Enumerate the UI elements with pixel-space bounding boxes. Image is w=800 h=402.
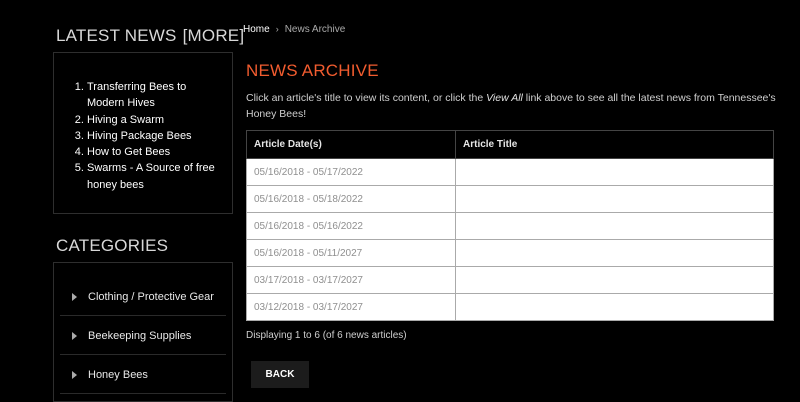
table-header-row: Article Date(s) Article Title xyxy=(246,130,774,159)
article-date: 05/16/2018 - 05/11/2027 xyxy=(246,239,456,267)
latest-news-link[interactable]: Hiving a Swarm xyxy=(87,114,164,126)
latest-news-link[interactable]: How to Get Bees xyxy=(87,146,170,158)
column-header-date: Article Date(s) xyxy=(246,130,456,159)
table-row[interactable]: 03/17/2018 - 03/17/2027 xyxy=(246,266,774,294)
category-label: Clothing / Protective Gear xyxy=(88,290,214,303)
category-item-beekeeping-supplies[interactable]: Beekeeping Supplies xyxy=(60,317,226,355)
caret-right-icon xyxy=(72,370,77,379)
latest-news-item: Transferring Bees to Modern Hives xyxy=(87,79,224,112)
article-date: 05/16/2018 - 05/18/2022 xyxy=(246,185,456,213)
latest-news-item: Swarms - A Source of free honey bees xyxy=(87,160,224,193)
article-date: 03/17/2018 - 03/17/2027 xyxy=(246,266,456,294)
intro-text: Click an article's title to view its con… xyxy=(246,90,776,122)
caret-right-icon xyxy=(72,292,77,301)
view-all-link[interactable]: View All xyxy=(486,92,523,104)
latest-news-item: Hiving a Swarm xyxy=(87,112,224,128)
breadcrumb: Home › News Archive xyxy=(243,24,345,35)
column-header-title: Article Title xyxy=(455,130,774,159)
pagination-summary: Displaying 1 to 6 (of 6 news articles) xyxy=(246,330,407,341)
back-button[interactable]: BACK xyxy=(251,361,309,388)
table-row[interactable]: 05/16/2018 - 05/11/2027 xyxy=(246,239,774,267)
category-item-clothing[interactable]: Clothing / Protective Gear xyxy=(60,278,226,316)
category-label: Beekeeping Supplies xyxy=(88,329,192,342)
article-date: 05/16/2018 - 05/16/2022 xyxy=(246,212,456,240)
article-title-link[interactable] xyxy=(455,293,774,321)
categories-heading: CATEGORIES xyxy=(56,236,169,255)
category-label: Honey Bees xyxy=(88,368,148,381)
latest-news-item: Hiving Package Bees xyxy=(87,128,224,144)
page-title: NEWS ARCHIVE xyxy=(246,61,379,80)
table-row[interactable]: 05/16/2018 - 05/18/2022 xyxy=(246,185,774,213)
latest-news-box: Transferring Bees to Modern Hives Hiving… xyxy=(53,52,233,214)
article-title-link[interactable] xyxy=(455,158,774,186)
category-item-honey-bees[interactable]: Honey Bees xyxy=(60,356,226,394)
article-date: 05/16/2018 - 05/17/2022 xyxy=(246,158,456,186)
table-row[interactable]: 05/16/2018 - 05/16/2022 xyxy=(246,212,774,240)
chevron-right-icon: › xyxy=(275,24,279,34)
breadcrumb-home-link[interactable]: Home xyxy=(243,24,270,35)
more-news-link[interactable]: [MORE] xyxy=(183,26,245,45)
breadcrumb-current: News Archive xyxy=(284,24,346,35)
latest-news-heading: LATEST NEWS [MORE] xyxy=(56,26,244,46)
latest-news-item: How to Get Bees xyxy=(87,144,224,160)
categories-box: Clothing / Protective Gear Beekeeping Su… xyxy=(53,262,233,402)
latest-news-title: LATEST NEWS xyxy=(56,26,177,45)
article-title-link[interactable] xyxy=(455,185,774,213)
article-date: 03/12/2018 - 03/17/2027 xyxy=(246,293,456,321)
article-title-link[interactable] xyxy=(455,266,774,294)
latest-news-link[interactable]: Transferring Bees to Modern Hives xyxy=(87,81,186,109)
table-row[interactable]: 03/12/2018 - 03/17/2027 xyxy=(246,293,774,321)
news-archive-table: Article Date(s) Article Title 05/16/2018… xyxy=(246,130,774,321)
caret-right-icon xyxy=(72,331,77,340)
latest-news-link[interactable]: Swarms - A Source of free honey bees xyxy=(87,162,215,190)
article-title-link[interactable] xyxy=(455,212,774,240)
latest-news-link[interactable]: Hiving Package Bees xyxy=(87,130,192,142)
article-title-link[interactable] xyxy=(455,239,774,267)
intro-text-start: Click an article's title to view its con… xyxy=(246,92,487,104)
latest-news-list: Transferring Bees to Modern Hives Hiving… xyxy=(54,79,232,193)
table-row[interactable]: 05/16/2018 - 05/17/2022 xyxy=(246,158,774,186)
